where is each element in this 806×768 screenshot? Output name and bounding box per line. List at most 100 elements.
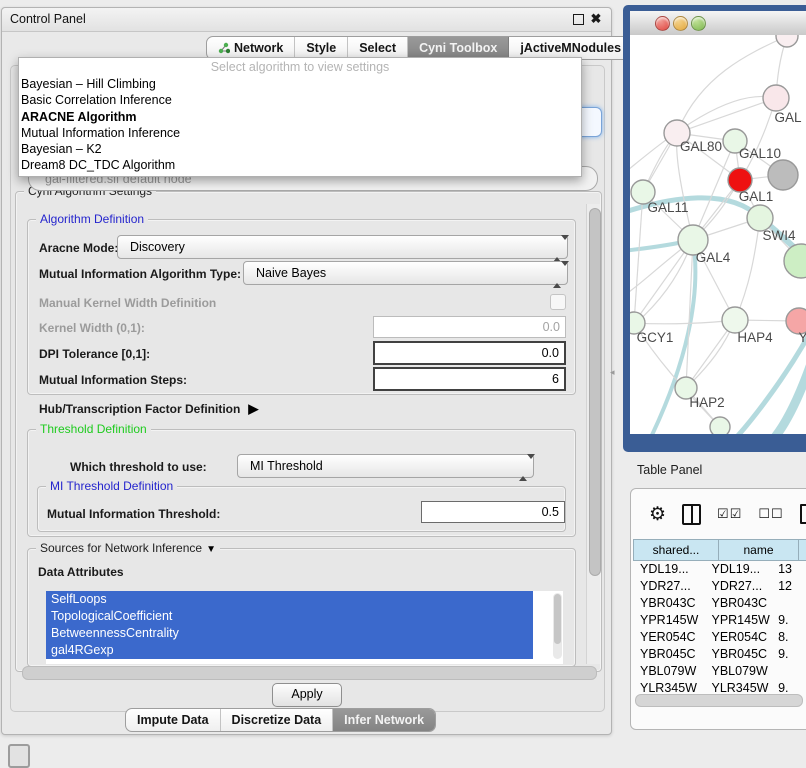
algorithm-option[interactable]: Bayesian – K2 <box>19 141 581 157</box>
combo-arrows-icon <box>553 240 562 254</box>
table-horizontal-scrollbar[interactable] <box>635 694 803 707</box>
network-edge <box>634 192 643 323</box>
bottom-tab-discretize-data[interactable]: Discretize Data <box>221 709 334 731</box>
table-cell: YBL079W <box>633 663 704 680</box>
table-panel: ⚙ ☑☑ ☐☐ shared...name YDL19...YDL19...13… <box>630 488 806 730</box>
network-node-gal[interactable] <box>763 85 789 111</box>
minimized-panel-icon[interactable] <box>8 744 30 768</box>
settings-scrollbar-thumb[interactable] <box>589 208 601 576</box>
network-node-label: GAL4 <box>696 250 731 265</box>
tab-label: Select <box>359 41 396 55</box>
table-cell: YBL079W <box>704 663 771 680</box>
manual-kernel-width-checkbox[interactable] <box>550 294 566 310</box>
hub-definition-toggle[interactable]: Hub/Transcription Factor Definition▶ <box>39 401 258 417</box>
table-cell: YDL19... <box>704 561 771 578</box>
table-cell: 8. <box>771 629 805 646</box>
algorithm-option[interactable]: Dream8 DC_TDC Algorithm <box>19 157 581 173</box>
algorithm-definition-title: Algorithm Definition <box>36 212 148 226</box>
mac-zoom-icon[interactable] <box>691 16 706 31</box>
algorithm-option[interactable]: Basic Correlation Inference <box>19 92 581 108</box>
data-attributes-list[interactable]: SelfLoopsTopologicalCoefficientBetweenne… <box>46 591 563 664</box>
mac-minimize-icon[interactable] <box>673 16 688 31</box>
tab-style[interactable]: Style <box>295 37 348 59</box>
dpi-tolerance-label: DPI Tolerance [0,1]: <box>39 347 150 361</box>
network-node[interactable] <box>768 160 798 190</box>
tab-jactivemnodules[interactable]: jActiveMNodules <box>509 37 632 59</box>
select-all-checkboxes-icon[interactable]: ☑☑ <box>717 506 742 522</box>
network-graph[interactable]: GALGAL80GAL10GAL1GAL11SWI4GAL4GCY1HAP4YH… <box>630 35 806 434</box>
network-icon <box>218 42 230 54</box>
settings-vertical-scrollbar[interactable] <box>586 204 600 664</box>
table-cell: YLR345W <box>704 680 771 692</box>
tab-select[interactable]: Select <box>348 37 408 59</box>
network-edge <box>630 96 776 175</box>
control-panel-titlebar[interactable]: Control Panel ✖ <box>2 8 611 32</box>
data-attribute-item[interactable]: SelfLoops <box>46 591 533 608</box>
table-column-header[interactable]: shared... <box>633 539 719 561</box>
data-attribute-item[interactable]: gal4RGexp <box>46 642 533 659</box>
deselect-all-checkboxes-icon[interactable]: ☐☐ <box>758 506 783 522</box>
table-cell: 9. <box>771 646 805 663</box>
close-window-button[interactable]: ✖ <box>589 12 603 26</box>
table-row[interactable]: YBR043CYBR043C <box>633 595 805 612</box>
table-row[interactable]: YPR145WYPR145W9. <box>633 612 805 629</box>
bottom-tab-impute-data[interactable]: Impute Data <box>126 709 221 731</box>
network-node-swi4[interactable] <box>784 244 806 278</box>
which-threshold-value: MI Threshold <box>250 455 323 477</box>
mi-algorithm-type-combo[interactable]: Naive Bayes <box>243 261 568 285</box>
table-cell: YDR27... <box>704 578 771 595</box>
network-node-label: GAL <box>774 110 802 125</box>
mi-algorithm-type-value: Naive Bayes <box>256 262 326 284</box>
list-scrollbar-thumb[interactable] <box>554 594 561 644</box>
bottom-tab-label: Infer Network <box>344 713 424 727</box>
page-icon[interactable] <box>800 504 806 524</box>
network-edge <box>735 218 760 320</box>
network-canvas[interactable]: GALGAL80GAL10GAL1GAL11SWI4GAL4GCY1HAP4YH… <box>630 35 806 434</box>
table-row[interactable]: YDR27...YDR27...12 <box>633 578 805 595</box>
data-attribute-item[interactable]: BetweennessCentrality <box>46 625 533 642</box>
which-threshold-combo[interactable]: MI Threshold <box>237 454 534 478</box>
sources-group-title: Sources for Network Inference▼ <box>36 541 220 555</box>
tab-network[interactable]: Network <box>207 37 295 59</box>
algorithm-option[interactable]: Bayesian – Hill Climbing <box>19 76 581 92</box>
list-vertical-scrollbar[interactable] <box>553 593 562 659</box>
mi-algorithm-type-label: Mutual Information Algorithm Type: <box>39 267 241 281</box>
mac-close-icon[interactable] <box>655 16 670 31</box>
table-row[interactable]: YBR045CYBR045C9. <box>633 646 805 663</box>
table-cell: YBR045C <box>704 646 771 663</box>
gear-icon[interactable]: ⚙ <box>649 505 666 524</box>
algorithm-option[interactable]: ARACNE Algorithm <box>19 109 581 125</box>
network-edge <box>634 320 735 324</box>
table-row[interactable]: YER054CYER054C8. <box>633 629 805 646</box>
network-node-label: GAL11 <box>647 200 688 215</box>
network-edge <box>733 333 806 434</box>
algorithm-option[interactable]: Mutual Information Inference <box>19 125 581 141</box>
apply-button[interactable]: Apply <box>272 683 342 707</box>
aracne-mode-combo[interactable]: Discovery <box>117 235 568 259</box>
table-row[interactable]: YBL079WYBL079W <box>633 663 805 680</box>
tab-cyni-toolbox[interactable]: Cyni Toolbox <box>408 37 509 59</box>
mi-threshold-definition-title: MI Threshold Definition <box>46 479 177 493</box>
table-row[interactable]: YDL19...YDL19...13 <box>633 561 805 578</box>
float-window-button[interactable] <box>571 12 585 26</box>
bottom-tab-infer-network[interactable]: Infer Network <box>333 709 435 731</box>
mi-threshold-field[interactable] <box>421 501 565 523</box>
table-panel-title: Table Panel <box>637 463 702 477</box>
data-attribute-item[interactable]: TopologicalCoefficient <box>46 608 533 625</box>
panel-splitter-handle[interactable]: ◂ <box>610 367 615 378</box>
table-column-header[interactable] <box>799 539 806 561</box>
network-node[interactable] <box>710 417 730 434</box>
kernel-width-field[interactable] <box>373 316 566 338</box>
table-cell: YBR043C <box>704 595 771 612</box>
network-node[interactable] <box>776 35 798 47</box>
table-cell: YER054C <box>633 629 704 646</box>
threshold-definition-title: Threshold Definition <box>36 422 151 436</box>
table-cell: YBR045C <box>633 646 704 663</box>
mi-steps-field[interactable] <box>373 367 566 391</box>
columns-icon[interactable] <box>682 504 701 525</box>
dpi-tolerance-field[interactable] <box>373 341 566 365</box>
network-view-titlebar[interactable] <box>630 11 806 36</box>
table-column-header[interactable]: name <box>719 539 799 561</box>
settings-horizontal-scrollbar[interactable] <box>22 666 597 680</box>
table-row[interactable]: YLR345WYLR345W9. <box>633 680 805 692</box>
